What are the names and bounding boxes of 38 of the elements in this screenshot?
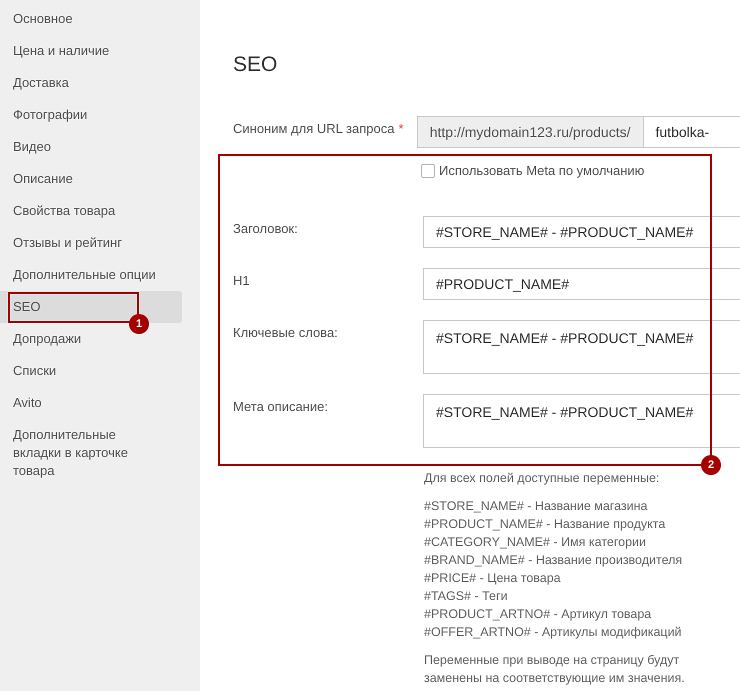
variable-line: #BRAND_NAME# - Название производителя <box>424 552 684 569</box>
required-mark: * <box>398 120 404 138</box>
variable-line: #STORE_NAME# - Название магазина <box>424 498 648 515</box>
sidebar-item[interactable]: Дополнительные вкладки в карточке товара <box>0 419 182 487</box>
step-badge: 2 <box>701 455 721 475</box>
url-input[interactable]: futbolka- <box>644 116 740 148</box>
sidebar-item[interactable]: Дополнительные опции <box>0 259 182 291</box>
field-label: Заголовок: <box>233 220 299 238</box>
sidebar-item[interactable]: Свойства товара <box>0 195 182 227</box>
variable-line: #OFFER_ARTNO# - Артикулы модификаций <box>424 624 683 641</box>
input-field[interactable]: #PRODUCT_NAME# <box>423 268 740 300</box>
variable-line: #PRODUCT_NAME# - Название продукта <box>424 516 666 533</box>
sidebar-item[interactable]: Фотографии <box>0 99 182 131</box>
help-note: Переменные при выводе на страницу будут заменены на соответствующие им значения. <box>424 652 686 687</box>
variable-line: #PRICE# - Цена товара <box>424 570 562 587</box>
variable-line: #TAGS# - Теги <box>424 588 509 605</box>
sidebar-item[interactable]: Avito <box>0 387 182 419</box>
sidebar-item[interactable]: Видео <box>0 131 182 163</box>
url-prefix: http://mydomain123.ru/products/ <box>416 116 644 148</box>
checkbox-label: Использовать Meta по умолчанию <box>439 162 644 180</box>
sidebar-item[interactable]: Основное <box>0 3 182 35</box>
field-label: Синоним для URL запроса <box>233 120 394 138</box>
sidebar-item[interactable]: Описание <box>0 163 182 195</box>
text-area[interactable]: #STORE_NAME# - #PRODUCT_NAME# <box>423 320 740 374</box>
field-label: Ключевые слова: <box>233 324 339 342</box>
variable-line: #PRODUCT_ARTNO# - Артикул товара <box>424 606 652 623</box>
input-field[interactable]: #STORE_NAME# - #PRODUCT_NAME# <box>423 216 740 248</box>
sidebar-item[interactable]: Цена и наличие <box>0 35 182 67</box>
variable-line: #CATEGORY_NAME# - Имя категории <box>424 534 648 551</box>
sidebar-item[interactable]: Списки <box>0 355 182 387</box>
sidebar-item[interactable]: Отзывы и рейтинг <box>0 227 182 259</box>
field-label: Мета описание: <box>233 398 329 416</box>
checkbox[interactable] <box>421 164 435 178</box>
field-label: H1 <box>233 272 251 290</box>
sidebar-item[interactable]: Доставка <box>0 67 182 99</box>
section-title: SEO <box>233 52 278 78</box>
text-area[interactable]: #STORE_NAME# - #PRODUCT_NAME# <box>423 394 740 448</box>
help-text: Для всех полей доступные переменные: <box>424 470 660 487</box>
